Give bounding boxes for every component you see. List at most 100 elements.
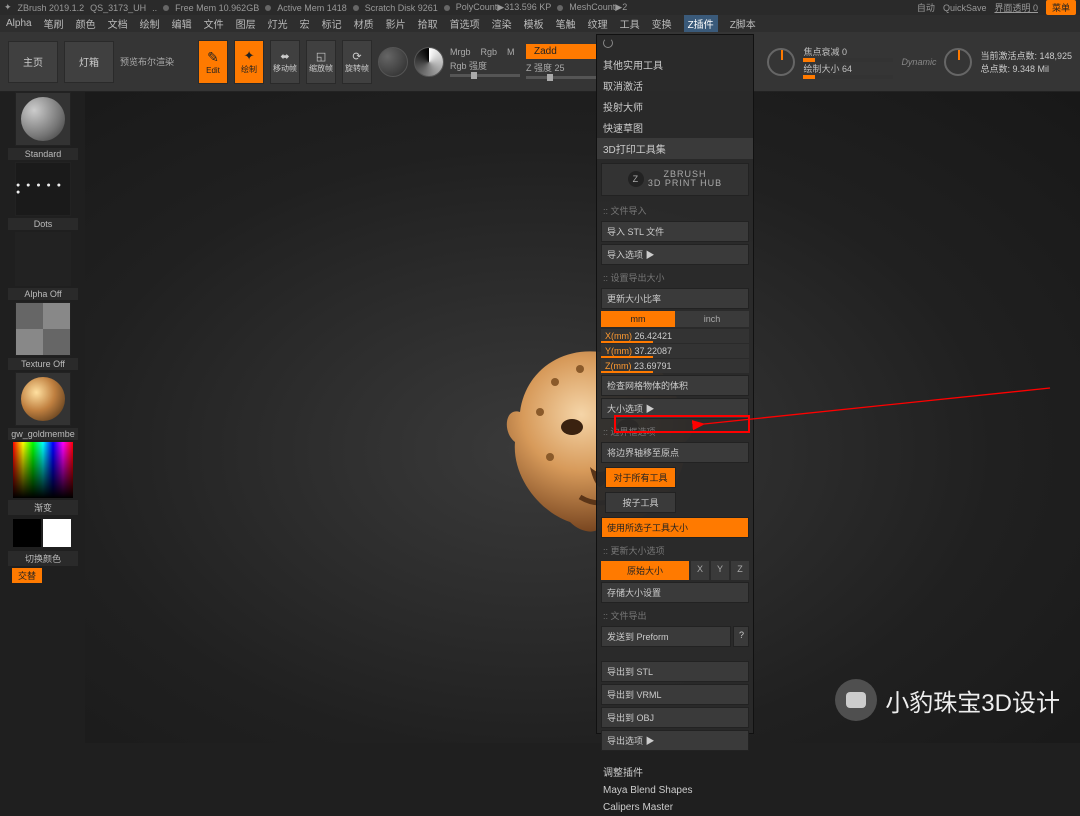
section-set-export-size: :: 设置导出大小	[597, 267, 753, 286]
free-mem: Free Mem 10.962GB	[175, 3, 259, 13]
menu-工具[interactable]: 工具	[620, 16, 640, 31]
preform-help-button[interactable]: ?	[733, 626, 749, 647]
by-subtool-button[interactable]: 按子工具	[605, 492, 676, 513]
dimension-row[interactable]: Z(mm) 23.69791	[601, 359, 749, 373]
menu-纹理[interactable]: 纹理	[588, 16, 608, 31]
preview-bool-render[interactable]: 预览布尔渲染	[120, 55, 174, 68]
texture-thumbnail[interactable]	[15, 302, 71, 356]
focal-shift-slider[interactable]	[803, 58, 893, 62]
import-options-button[interactable]: 导入选项 ▶	[601, 244, 749, 265]
wechat-icon	[835, 679, 877, 721]
menu-灯光[interactable]: 灯光	[268, 16, 288, 31]
plugin-item[interactable]: Calipers Master	[597, 799, 753, 816]
menu-影片[interactable]: 影片	[386, 16, 406, 31]
plugin-item[interactable]: 取消激活	[597, 75, 753, 96]
menu-文件[interactable]: 文件	[204, 16, 224, 31]
gyro-icon[interactable]	[378, 47, 408, 77]
menu-编辑[interactable]: 编辑	[172, 16, 192, 31]
size-options-button[interactable]: 大小选项 ▶	[601, 398, 749, 419]
original-size-button[interactable]: 原始大小	[601, 561, 689, 580]
menu-笔触[interactable]: 笔触	[556, 16, 576, 31]
section-file-export: :: 文件导出	[597, 605, 753, 624]
menu-Alpha[interactable]: Alpha	[6, 18, 32, 29]
auto-label[interactable]: 自动	[917, 1, 935, 14]
color-picker[interactable]	[13, 442, 73, 498]
plugin-item[interactable]: 快速草图	[597, 117, 753, 138]
menu-拾取[interactable]: 拾取	[418, 16, 438, 31]
axis-x-button[interactable]: X	[691, 561, 709, 580]
menu-首选项[interactable]: 首选项	[450, 16, 480, 31]
menu-图层[interactable]: 图层	[236, 16, 256, 31]
unit-toggle[interactable]: mm inch	[601, 311, 749, 327]
ui-transparency[interactable]: 界面透明 0	[994, 1, 1038, 14]
menu-笔刷[interactable]: 笔刷	[44, 16, 64, 31]
move-bbox-origin-button[interactable]: 将边界轴移至原点	[601, 442, 749, 463]
scale-button[interactable]: ◱缩放帧	[306, 40, 336, 84]
axis-z-button[interactable]: Z	[731, 561, 749, 580]
zadd-button[interactable]: Zadd	[526, 44, 596, 59]
unit-mm[interactable]: mm	[601, 311, 675, 327]
rgb-intensity-slider[interactable]	[450, 74, 520, 77]
plugin-item[interactable]: 其他实用工具	[597, 54, 753, 75]
color-swatches[interactable]	[13, 519, 73, 547]
all-tools-button[interactable]: 对于所有工具	[605, 467, 676, 488]
plugin-item[interactable]: 投射大师	[597, 96, 753, 117]
export-options-button[interactable]: 导出选项 ▶	[601, 730, 749, 751]
lightbox-button[interactable]: 灯箱	[64, 41, 114, 83]
home-button[interactable]: 主页	[8, 41, 58, 83]
rgb-toggle[interactable]: Rgb	[481, 47, 498, 57]
send-to-preform-button[interactable]: 发送到 Preform	[601, 626, 731, 647]
menu-变换[interactable]: 变换	[652, 16, 672, 31]
draw-size-slider[interactable]	[803, 75, 893, 79]
menu-文档[interactable]: 文档	[108, 16, 128, 31]
draw-size-dial[interactable]	[944, 48, 972, 76]
draw-mode-button[interactable]: ✦绘制	[234, 40, 264, 84]
menu-Z插件[interactable]: Z插件	[684, 15, 718, 32]
quicksave-button[interactable]: QuickSave	[943, 3, 987, 13]
dimension-row[interactable]: X(mm) 26.42421	[601, 329, 749, 343]
check-mesh-volume-button[interactable]: 检查网格物体的体积	[601, 375, 749, 396]
export-obj-button[interactable]: 导出到 OBJ	[601, 707, 749, 728]
left-sidebar: Standard Dots Alpha Off Texture Off gw_g…	[8, 92, 78, 583]
move-button[interactable]: ⬌移动帧	[270, 40, 300, 84]
mrgb-toggle[interactable]: Mrgb	[450, 47, 471, 57]
switch-color-label[interactable]: 切换颜色	[8, 551, 78, 566]
focal-shift-dial[interactable]	[767, 48, 795, 76]
gradient-label[interactable]: 渐变	[8, 500, 78, 515]
material-preview-icon[interactable]	[414, 47, 444, 77]
update-size-ratio-button[interactable]: 更新大小比率	[601, 288, 749, 309]
stroke-thumbnail[interactable]	[15, 162, 71, 216]
panel-refresh[interactable]	[597, 35, 753, 54]
unit-inch[interactable]: inch	[675, 311, 749, 327]
export-vrml-button[interactable]: 导出到 VRML	[601, 684, 749, 705]
rotate-button[interactable]: ⟳旋转帧	[342, 40, 372, 84]
zbrush-logo-icon: ✦	[4, 2, 12, 13]
menu-材质[interactable]: 材质	[354, 16, 374, 31]
menu-渲染[interactable]: 渲染	[492, 16, 512, 31]
m-toggle[interactable]: M	[507, 47, 515, 57]
material-thumbnail[interactable]	[15, 372, 71, 426]
z-strength-slider[interactable]	[526, 76, 596, 79]
brush-thumbnail[interactable]	[15, 92, 71, 146]
alternate-button[interactable]: 交替	[12, 568, 42, 583]
dimension-row[interactable]: Y(mm) 37.22087	[601, 344, 749, 358]
menu-Z脚本[interactable]: Z脚本	[730, 16, 756, 31]
plugin-item[interactable]: Maya Blend Shapes	[597, 782, 753, 799]
use-subtool-size-button[interactable]: 使用所选子工具大小	[601, 517, 749, 538]
menu-标记[interactable]: 标记	[322, 16, 342, 31]
menu-宏[interactable]: 宏	[300, 16, 310, 31]
menu-颜色[interactable]: 颜色	[76, 16, 96, 31]
save-size-settings-button[interactable]: 存储大小设置	[601, 582, 749, 603]
export-stl-button[interactable]: 导出到 STL	[601, 661, 749, 682]
axis-y-button[interactable]: Y	[711, 561, 729, 580]
dynamic-toggle[interactable]: Dynamic	[901, 57, 936, 67]
plugin-item[interactable]: 调整插件	[597, 761, 753, 782]
menu-模板[interactable]: 模板	[524, 16, 544, 31]
menu-绘制[interactable]: 绘制	[140, 16, 160, 31]
edit-mode-button[interactable]: ✎Edit	[198, 40, 228, 84]
alpha-thumbnail[interactable]	[15, 232, 71, 286]
plugin-item[interactable]: 3D打印工具集	[597, 138, 753, 159]
menu-button[interactable]: 菜单	[1046, 0, 1076, 15]
import-stl-button[interactable]: 导入 STL 文件	[601, 221, 749, 242]
viewport[interactable]	[85, 92, 1080, 743]
